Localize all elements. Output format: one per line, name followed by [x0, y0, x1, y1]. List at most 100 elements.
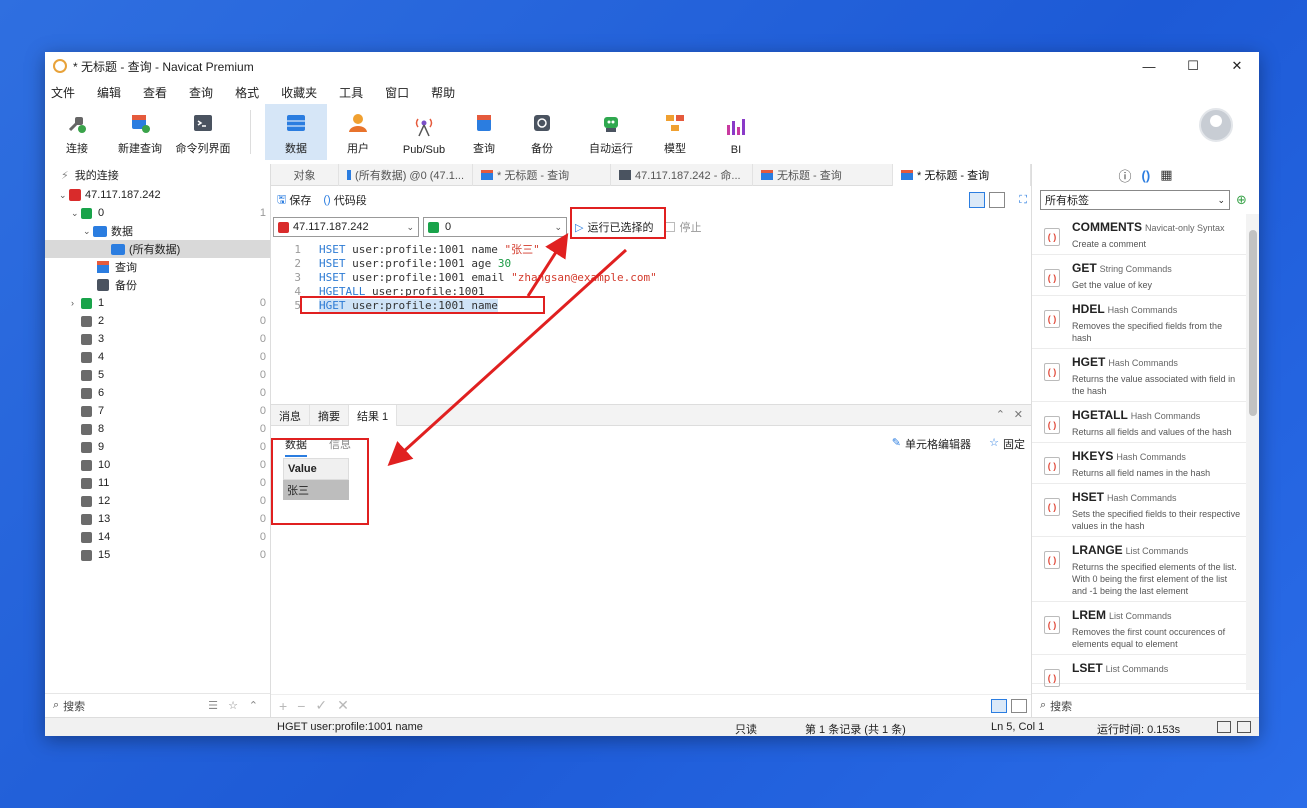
bi-button[interactable]: BI	[721, 104, 751, 160]
tab-command-line[interactable]: 47.117.187.242 - 命...	[611, 164, 753, 186]
tree-db-2[interactable]: 20	[45, 312, 270, 330]
pin-button[interactable]: ☆ 固定	[989, 436, 1025, 452]
tree-data-node[interactable]: ⌄ 数据	[45, 222, 270, 240]
cell-editor-button[interactable]: ✎ 单元格编辑器	[892, 436, 971, 452]
snippet-item[interactable]: ( ) HGET Hash Commands Returns the value as…	[1032, 349, 1246, 402]
data-button[interactable]: 数据	[265, 104, 327, 160]
tree-db-0[interactable]: ⌄ 0 1	[45, 204, 270, 222]
query-button[interactable]: 查询	[465, 104, 503, 160]
delete-row-icon[interactable]: −	[297, 698, 305, 714]
tree-db-5[interactable]: 50	[45, 366, 270, 384]
code-snippet-button[interactable]: () 代码段	[323, 192, 366, 208]
chevron-down-icon: ⌄	[554, 221, 562, 232]
menu-favorites[interactable]: 收藏夹	[281, 84, 327, 101]
tree-db-12[interactable]: 12 0	[45, 492, 270, 510]
tree-db-7[interactable]: 70	[45, 402, 270, 420]
query-icon	[481, 170, 493, 180]
snippet-scrollbar[interactable]	[1246, 214, 1259, 690]
add-snippet-icon[interactable]: ⊕	[1236, 192, 1247, 208]
apply-icon[interactable]: ✓	[315, 697, 327, 714]
tree-db-4[interactable]: 40	[45, 348, 270, 366]
database-select[interactable]: 0 ⌄	[423, 217, 567, 237]
toggle-left-panel-icon[interactable]	[1217, 721, 1231, 733]
tab-result-1[interactable]: 结果 1	[349, 405, 398, 426]
layout-split-icon[interactable]	[969, 192, 985, 208]
fullscreen-icon[interactable]: ⛶	[1019, 194, 1027, 207]
tree-db-8[interactable]: 80	[45, 420, 270, 438]
tag-select[interactable]: 所有标签 ⌄	[1040, 190, 1230, 210]
tab-messages[interactable]: 消息	[271, 405, 310, 426]
collapse-panel-icon[interactable]: ⌃	[996, 408, 1005, 421]
toggle-right-panel-icon[interactable]	[1237, 721, 1251, 733]
connect-button[interactable]: 连接	[57, 104, 97, 160]
maximize-button[interactable]: ☐	[1171, 52, 1215, 80]
snippet-item[interactable]: ( ) HDEL Hash Commands Removes the specifie…	[1032, 296, 1246, 349]
tree-db-11[interactable]: 11 0	[45, 474, 270, 492]
add-row-icon[interactable]: +	[279, 698, 287, 714]
info-icon[interactable]: ⓘ	[1119, 166, 1132, 185]
snippet-item[interactable]: ( ) LRANGE List Commands Returns the specif…	[1032, 537, 1246, 602]
layout-columns-icon[interactable]	[989, 192, 1005, 208]
menu-format[interactable]: 格式	[235, 84, 269, 101]
tab-untitled-query-2[interactable]: 无标题 - 查询	[753, 164, 893, 186]
stop-button[interactable]: 停止	[665, 219, 701, 235]
tab-current-query[interactable]: * 无标题 - 查询	[893, 164, 1031, 186]
menu-edit[interactable]: 编辑	[97, 84, 131, 101]
snippet-item[interactable]: ( ) LSET List Commands	[1032, 655, 1246, 687]
my-connections-header[interactable]: ⚡ 我的连接	[45, 164, 270, 186]
star-icon[interactable]: ☆	[228, 699, 238, 712]
snippet-item[interactable]: ( ) HSET Hash Commands Sets the specified f…	[1032, 484, 1246, 537]
minimize-button[interactable]: —	[1127, 52, 1171, 80]
tree-db-10[interactable]: 10 0	[45, 456, 270, 474]
tree-db-14[interactable]: 14 0	[45, 528, 270, 546]
tree-all-data[interactable]: (所有数据)	[45, 240, 270, 258]
form-view-icon[interactable]	[1011, 698, 1027, 713]
menu-help[interactable]: 帮助	[431, 84, 465, 101]
connection-select[interactable]: 47.117.187.242 ⌄	[273, 217, 419, 237]
tab-objects[interactable]: 对象	[271, 164, 339, 186]
close-panel-icon[interactable]: ✕	[1014, 408, 1023, 421]
menu-file[interactable]: 文件	[51, 84, 85, 101]
save-button[interactable]: 🖫 保存	[277, 191, 311, 210]
snippet-item[interactable]: ( ) HKEYS Hash Commands Returns all field n…	[1032, 443, 1246, 484]
automation-button[interactable]: 自动运行	[585, 104, 637, 160]
tree-db-9[interactable]: 90	[45, 438, 270, 456]
close-button[interactable]: ✕	[1215, 52, 1259, 80]
tab-summary[interactable]: 摘要	[310, 405, 349, 426]
snippet-item[interactable]: ( ) GET String Commands Get the value of ke…	[1032, 255, 1246, 296]
tree-backup-node[interactable]: 备份	[45, 276, 270, 294]
collapse-icon[interactable]: ⌃	[249, 699, 258, 712]
tree-db-6[interactable]: 60	[45, 384, 270, 402]
grid-view-icon[interactable]	[991, 698, 1007, 713]
snippet-search[interactable]: ⌕ 搜索	[1032, 693, 1259, 717]
pubsub-button[interactable]: Pub/Sub	[395, 104, 453, 160]
new-query-button[interactable]: 新建查询	[115, 104, 165, 160]
menu-window[interactable]: 窗口	[385, 84, 419, 101]
tab-untitled-query-1[interactable]: * 无标题 - 查询	[473, 164, 611, 186]
command-line-button[interactable]: 命令列界面	[173, 104, 233, 160]
user-button[interactable]: 用户	[337, 104, 379, 160]
model-button[interactable]: 模型	[657, 104, 693, 160]
tree-db-3[interactable]: 30	[45, 330, 270, 348]
tree-db-1[interactable]: › 1 0	[45, 294, 270, 312]
snippet-item[interactable]: ( ) COMMENTS Navicat-only Syntax Create a c…	[1032, 214, 1246, 255]
user-avatar[interactable]	[1199, 108, 1233, 142]
menu-tools[interactable]: 工具	[339, 84, 373, 101]
tree-connection[interactable]: ⌄ 47.117.187.242	[45, 186, 270, 204]
filter-icon[interactable]: ☰	[208, 699, 218, 712]
discard-icon[interactable]: ✕	[337, 697, 349, 714]
tree-db-15[interactable]: 15 0	[45, 546, 270, 564]
backup-button[interactable]: 备份	[523, 104, 561, 160]
tree-query-node[interactable]: 查询	[45, 258, 270, 276]
scrollbar-thumb[interactable]	[1249, 230, 1257, 416]
menu-view[interactable]: 查看	[143, 84, 177, 101]
snippet-item[interactable]: ( ) HGETALL Hash Commands Returns all field…	[1032, 402, 1246, 443]
sql-editor[interactable]: 1 HSET user:profile:1001 name "张三" 2 HSET …	[271, 240, 1031, 402]
tab-all-data[interactable]: (所有数据) @0 (47.1...	[339, 164, 473, 186]
tree-db-13[interactable]: 13 0	[45, 510, 270, 528]
grid-icon[interactable]: ▦	[1160, 167, 1172, 183]
connection-search[interactable]: ⌕ 搜索 ☰ ☆ ⌃	[45, 693, 270, 717]
snippet-item[interactable]: ( ) LREM List Commands Removes the first co…	[1032, 602, 1246, 655]
braces-icon[interactable]: ()	[1142, 168, 1151, 183]
menu-query[interactable]: 查询	[189, 84, 223, 101]
